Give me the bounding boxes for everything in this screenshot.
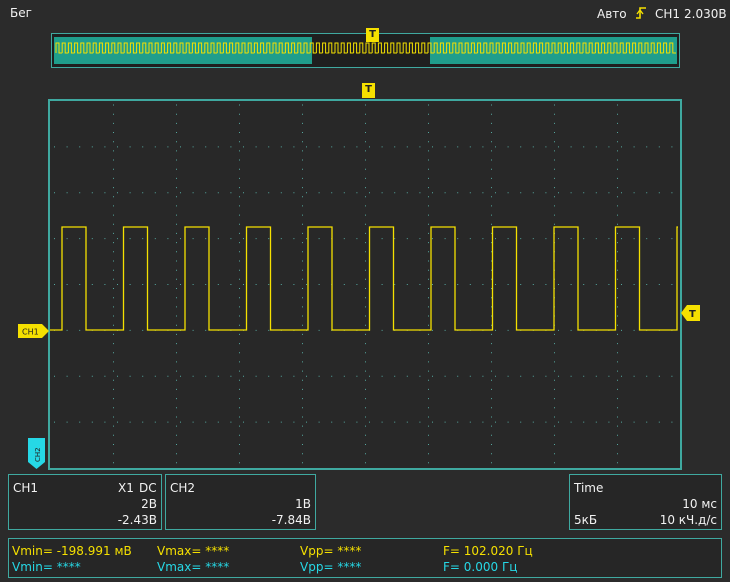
- trigger-mode[interactable]: Авто: [597, 7, 627, 21]
- run-status[interactable]: Бег: [10, 6, 32, 20]
- ch1-offset[interactable]: -2.43В: [118, 513, 157, 527]
- trigger-source[interactable]: CH1: [655, 7, 680, 21]
- sample-rate[interactable]: 10 кЧ.д/с: [660, 513, 717, 527]
- timebase-title: Time: [574, 481, 604, 495]
- ch1-frequency: F= 102.020 Гц: [443, 544, 533, 558]
- ch2-frequency: F= 0.000 Гц: [443, 560, 518, 574]
- ch1-panel-title: CH1: [13, 481, 39, 495]
- ch1-vmax: Vmax= ****: [157, 544, 230, 558]
- ch1-vmin: Vmin= -198.991 мВ: [12, 544, 132, 558]
- ch2-volts-per-div[interactable]: 1В: [295, 497, 311, 511]
- grid-dots: [54, 104, 673, 464]
- ch1-marker-label: CH1: [22, 328, 39, 337]
- ch2-vmin: Vmin= ****: [12, 560, 81, 574]
- ch2-info-panel[interactable]: CH2 1В -7.84В: [165, 474, 316, 530]
- waveform-display[interactable]: [48, 99, 682, 470]
- overview-right-fill: [430, 37, 677, 64]
- overview-trigger-marker[interactable]: T: [366, 28, 379, 42]
- rising-edge-icon: [636, 7, 646, 19]
- ch2-vmax: Vmax= ****: [157, 560, 230, 574]
- ch1-volts-per-div[interactable]: 2В: [141, 497, 157, 511]
- trigger-level[interactable]: 2.030В: [684, 7, 727, 21]
- memory-depth[interactable]: 5кБ: [574, 513, 597, 527]
- time-per-div[interactable]: 10 мс: [682, 497, 717, 511]
- ch1-ground-marker[interactable]: CH1: [18, 323, 50, 342]
- ch1-vpp: Vpp= ****: [300, 544, 362, 558]
- measurements-panel[interactable]: Vmin= -198.991 мВ Vmax= **** Vpp= **** F…: [8, 538, 722, 578]
- ch1-probe[interactable]: X1: [118, 481, 134, 495]
- grid-and-trace: [50, 104, 678, 464]
- ch1-trace: [50, 226, 678, 331]
- ch2-panel-title: CH2: [170, 481, 196, 495]
- trigger-level-marker[interactable]: T: [681, 305, 701, 325]
- trigger-position-marker[interactable]: T: [362, 83, 375, 98]
- ch1-info-panel[interactable]: CH1 X1 DC 2В -2.43В: [8, 474, 162, 530]
- ch2-vpp: Vpp= ****: [300, 560, 362, 574]
- trigger-level-marker-label: T: [689, 309, 696, 320]
- timebase-panel[interactable]: Time 10 мс 5кБ 10 кЧ.д/с: [569, 474, 722, 530]
- ch2-ground-marker[interactable]: CH2: [28, 438, 46, 474]
- ch1-coupling[interactable]: DC: [139, 481, 157, 495]
- ch2-offset[interactable]: -7.84В: [272, 513, 311, 527]
- ch2-marker-label: CH2: [34, 447, 42, 462]
